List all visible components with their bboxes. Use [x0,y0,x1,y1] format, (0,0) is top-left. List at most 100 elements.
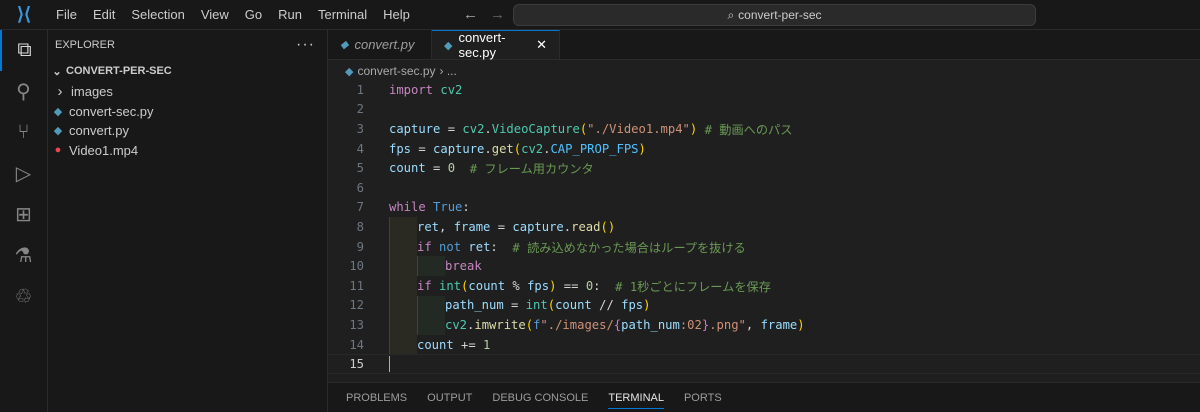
tree-item-images[interactable]: › images [48,82,327,102]
code-line: 1 import cv2 [328,80,1200,100]
panel-tab-ports[interactable]: PORTS [684,392,722,404]
code-token: () [600,219,616,234]
code-token: imwrite [474,317,526,332]
extensions-icon[interactable]: ⊞ [0,194,47,235]
text-cursor [389,356,390,373]
code-line: 10 break [328,256,1200,276]
code-token: capture [512,219,564,234]
code-token: "./images/ [540,317,614,332]
code-token: while [389,200,426,215]
menu-help[interactable]: Help [375,7,418,22]
code-token: ( [513,141,522,156]
tree-item-video1-mp4[interactable]: ● Video1.mp4 [48,141,327,161]
vscode-logo-icon: ⟩⟨ [16,4,32,24]
code-token: if [417,239,432,254]
code-token: : [490,239,513,254]
code-line: 11 if int(count % fps) == 0: # 1秒ごとにフレームを… [328,275,1200,296]
navigation: ← → [463,6,505,23]
panel-tab-problems[interactable]: PROBLEMS [346,392,407,404]
python-file-icon: ◆ [53,105,63,118]
explorer-icon[interactable]: ⧉ [0,30,47,71]
code-token: count [468,278,506,293]
menu-selection[interactable]: Selection [123,7,192,22]
forward-arrow-icon[interactable]: → [490,6,505,23]
code-token: not [439,239,462,254]
search-label: convert-per-sec [738,8,822,22]
code-token: cv2 [445,317,468,332]
line-number: 11 [349,278,364,293]
line-number: 9 [356,239,364,254]
search-icon[interactable]: ⚲ [0,71,47,112]
code-token: , [745,317,761,332]
code-line: 9 if not ret: # 読み込めなかった場合はループを抜ける [328,236,1200,257]
breadcrumb-file[interactable]: convert-sec.py [357,64,435,78]
testing-flask-icon[interactable]: ⚗ [0,235,47,276]
panel-tab-output[interactable]: OUTPUT [427,392,472,404]
code-token: # 動画へのパス [704,122,793,137]
close-tab-button[interactable]: ✕ [536,37,547,53]
back-arrow-icon[interactable]: ← [463,6,478,23]
menu-view[interactable]: View [193,7,237,22]
code-token: fps [621,298,644,313]
code-token: ) [643,298,651,313]
menu-go[interactable]: Go [237,7,270,22]
chevron-down-icon: ⌄ [52,65,62,78]
menu-file[interactable]: File [48,7,85,22]
command-center-search[interactable]: ⌕ convert-per-sec [513,4,1036,26]
source-control-icon[interactable]: ⑂ [0,112,47,153]
code-token: % [505,278,528,293]
panel-tab-debug-console[interactable]: DEBUG CONSOLE [492,392,588,404]
code-token: ) [797,317,805,332]
code-line: 5 count = 0 # フレーム用カウンタ [328,158,1200,178]
more-actions-button[interactable]: ··· [296,36,315,54]
code-token: int [525,298,548,313]
code-line: 14 count += 1 [328,334,1200,355]
menu-terminal[interactable]: Terminal [310,7,375,22]
indent-guide [417,256,445,276]
code-token: 0 [585,278,594,293]
menu-run[interactable]: Run [270,7,310,22]
tree-item-label: Video1.mp4 [69,142,139,158]
tree-item-convert-py[interactable]: ◆ convert.py [48,121,327,141]
python-icon[interactable]: ♲ [0,276,47,317]
indent-guide [389,334,417,355]
code-token: ) [549,278,557,293]
python-file-icon: ◆ [53,125,63,138]
code-token: . [467,317,475,332]
panel-tab-terminal[interactable]: TERMINAL [608,392,664,409]
editor-area: ◆ convert.py ◆ convert-sec.py ✕ ◆ convert-se… [328,30,1200,382]
breadcrumb-rest[interactable]: › ... [440,64,457,78]
python-file-icon: ◆ [345,65,354,78]
tab-convert-sec-py[interactable]: ◆ convert-sec.py ✕ [432,30,560,60]
code-token: { [613,317,622,332]
folder-name: CONVERT-PER-SEC [66,65,172,77]
run-debug-icon[interactable]: ▷ [0,153,47,194]
code-token: # 読み込めなかった場合はループを抜ける [512,240,746,255]
line-number: 5 [356,161,364,176]
code-token: CAP_PROP_FPS [550,141,639,156]
code-token: # フレーム用カウンタ [469,162,594,177]
code-token: cv2 [440,82,463,97]
workspace-folder[interactable]: ⌄ CONVERT-PER-SEC [48,60,327,82]
code-token: == [556,278,586,293]
python-file-icon: ◆ [340,39,349,51]
code-line: 12 path_num = int(count // fps) [328,295,1200,316]
code-token: path_num [621,317,680,332]
tree-item-convert-sec-py[interactable]: ◆ convert-sec.py [48,102,327,122]
code-token: count [389,161,426,176]
line-number: 15 [349,357,364,372]
menu-edit[interactable]: Edit [85,7,123,22]
tab-convert-py[interactable]: ◆ convert.py [328,30,432,59]
tab-label: convert-sec.py [458,30,506,60]
code-token: . [484,141,492,156]
code-token: ( [579,121,588,136]
line-number: 12 [349,298,364,313]
indent-guide [389,295,417,316]
tab-label: convert.py [354,37,415,52]
line-number: 14 [349,337,364,352]
code-token: if [417,278,432,293]
code-editor[interactable]: 1 import cv2 2 3 capture = cv2. VideoCapture(… [328,80,1200,374]
line-number: 7 [356,200,364,215]
